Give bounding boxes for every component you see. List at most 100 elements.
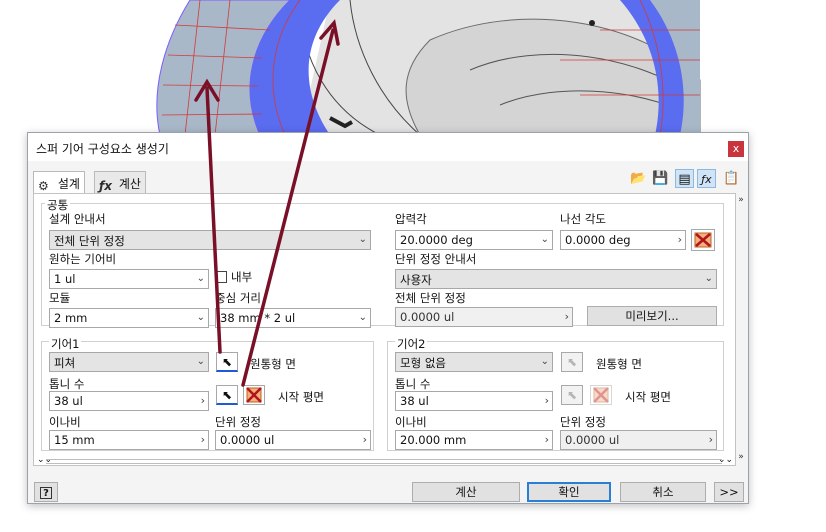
dialog-title: 스퍼 기어 구성요소 생성기 bbox=[36, 142, 169, 156]
flip-icon bbox=[694, 232, 712, 248]
design-guide-select[interactable]: 전체 단위 정정 ⌄ bbox=[49, 230, 371, 250]
gear1-teeth-value: 38 ul bbox=[54, 394, 83, 408]
gear2-unit-correction-label: 단위 정정 bbox=[560, 415, 606, 429]
pressure-angle-label: 압력각 bbox=[395, 212, 427, 226]
chevron-down-icon: ⌄ bbox=[358, 234, 367, 245]
center-distance-label: 중심 거리 bbox=[215, 291, 261, 305]
tab-calculation[interactable]: ƒx 계산 bbox=[94, 171, 146, 193]
helix-angle-value: 0.0000 deg bbox=[565, 233, 631, 247]
design-guide-value: 전체 단위 정정 bbox=[54, 234, 125, 248]
chevron-right-icon: › bbox=[564, 310, 569, 323]
gear1-unit-correction-field[interactable]: 0.0000 ul › bbox=[215, 430, 371, 450]
chevron-right-icon: › bbox=[544, 394, 549, 407]
unit-correction-guide-label: 단위 정정 안내서 bbox=[395, 252, 477, 266]
close-button[interactable]: x bbox=[728, 141, 744, 157]
helix-angle-field[interactable]: 0.0000 deg › bbox=[560, 230, 686, 250]
calculate-button[interactable]: 계산 bbox=[412, 482, 520, 502]
help-button[interactable]: ? bbox=[34, 482, 58, 502]
chevron-down-icon: ⌄ bbox=[540, 356, 549, 367]
notes-icon[interactable]: 📋 bbox=[722, 169, 741, 188]
gear2-type-select[interactable]: 모형 없음 ⌄ bbox=[395, 352, 553, 372]
chevron-down-icon: ⌄ bbox=[196, 312, 205, 323]
help-icon: ? bbox=[40, 487, 52, 499]
fx-icon[interactable]: ƒx bbox=[697, 169, 716, 188]
gear2-teeth-label: 톱니 수 bbox=[395, 377, 431, 391]
gear2-unit-correction-value: 0.0000 ul bbox=[565, 433, 620, 447]
open-folder-icon[interactable]: 📂 bbox=[629, 169, 648, 188]
gear2-face-width-field[interactable]: 20.000 mm › bbox=[395, 430, 553, 450]
gear2-teeth-value: 38 ul bbox=[400, 394, 429, 408]
gear2-flip-button[interactable] bbox=[590, 385, 612, 405]
tab-calculation-label: 계산 bbox=[118, 177, 141, 191]
chevron-right-icon: › bbox=[708, 433, 713, 446]
tab-design[interactable]: ⚙ 설계 bbox=[33, 171, 85, 194]
cursor-select-icon: ⬉ bbox=[221, 388, 233, 402]
cursor-select-icon: ⬉ bbox=[566, 355, 578, 369]
pressure-angle-select[interactable]: 20.0000 deg ⌄ bbox=[395, 230, 553, 250]
module-value: 2 mm bbox=[54, 311, 88, 325]
cursor-select-icon: ⬉ bbox=[221, 355, 233, 369]
gear2-teeth-field[interactable]: 38 ul › bbox=[395, 391, 553, 411]
gear2-start-plane-label: 시작 평면 bbox=[625, 390, 671, 404]
chevron-right-icon: › bbox=[200, 433, 205, 446]
chevron-right-icon: › bbox=[544, 433, 549, 446]
chevron-right-icon: › bbox=[677, 233, 682, 246]
module-label: 모듈 bbox=[49, 291, 71, 305]
chevron-down-icon: ⌄ bbox=[540, 234, 549, 245]
ok-button[interactable]: 확인 bbox=[527, 482, 611, 502]
flip-icon bbox=[593, 387, 609, 403]
gear2-type-value: 모형 없음 bbox=[400, 356, 446, 370]
design-guide-label: 설계 안내서 bbox=[49, 212, 106, 226]
gear1-cylindrical-face-button[interactable]: ⬉ bbox=[216, 352, 238, 372]
center-distance-select[interactable]: 38 mm * 2 ul ⌄ bbox=[215, 308, 371, 328]
gear1-flip-button[interactable] bbox=[243, 385, 265, 405]
chevron-down-icon: ⌄ bbox=[196, 356, 205, 367]
gear2-start-plane-button[interactable]: ⬉ bbox=[561, 385, 583, 405]
fx-icon: ƒx bbox=[99, 179, 112, 193]
gear2-face-width-value: 20.000 mm bbox=[400, 433, 467, 447]
more-button[interactable]: >> bbox=[714, 482, 744, 502]
gear1-face-width-field[interactable]: 15 mm › bbox=[49, 430, 209, 450]
gear2-unit-correction-field[interactable]: 0.0000 ul › bbox=[560, 430, 717, 450]
preview-button[interactable]: 미리보기... bbox=[587, 306, 717, 326]
gear1-type-value: 피쳐 bbox=[54, 356, 76, 370]
unit-correction-guide-value: 사용자 bbox=[400, 273, 432, 287]
center-distance-value: 38 mm * 2 ul bbox=[220, 311, 296, 325]
design-tab-content: 공통 설계 안내서 전체 단위 정정 ⌄ 압력각 20.0000 deg ⌄ 나… bbox=[33, 193, 736, 466]
gear-design-icon: ⚙ bbox=[38, 179, 49, 193]
flip-helix-button[interactable] bbox=[691, 229, 715, 251]
vertical-scrollbar[interactable]: » » bbox=[736, 193, 746, 466]
flip-icon bbox=[246, 387, 262, 403]
scroll-down-icon[interactable]: » bbox=[736, 452, 746, 462]
desired-ratio-value: 1 ul bbox=[54, 272, 76, 286]
total-correction-field[interactable]: 0.0000 ul › bbox=[395, 307, 573, 327]
gear1-unit-correction-label: 단위 정정 bbox=[215, 415, 261, 429]
gear1-type-select[interactable]: 피쳐 ⌄ bbox=[49, 352, 209, 372]
save-icon[interactable]: 💾 bbox=[651, 169, 670, 188]
module-select[interactable]: 2 mm ⌄ bbox=[49, 308, 209, 328]
total-correction-label: 전체 단위 정정 bbox=[395, 291, 466, 305]
cancel-button[interactable]: 취소 bbox=[620, 482, 706, 502]
desired-ratio-label: 원하는 기어비 bbox=[49, 252, 117, 266]
options-icon[interactable]: ▤ bbox=[675, 169, 694, 188]
gear1-teeth-field[interactable]: 38 ul › bbox=[49, 391, 209, 411]
desired-ratio-select[interactable]: 1 ul ⌄ bbox=[49, 269, 209, 289]
title-bar: 스퍼 기어 구성요소 생성기 x bbox=[28, 133, 748, 161]
gear1-cylindrical-face-label: 원통형 면 bbox=[250, 357, 296, 371]
gear1-unit-correction-value: 0.0000 ul bbox=[220, 433, 275, 447]
internal-checkbox[interactable] bbox=[215, 271, 227, 283]
gear2-cylindrical-face-button[interactable]: ⬉ bbox=[561, 352, 583, 372]
cursor-select-icon: ⬉ bbox=[566, 388, 578, 402]
chevron-right-icon: › bbox=[362, 433, 367, 446]
expand-right-icon[interactable]: ⌄⌄ bbox=[718, 455, 733, 465]
unit-correction-guide-select[interactable]: 사용자 ⌄ bbox=[395, 269, 717, 289]
tab-design-label: 설계 bbox=[57, 177, 80, 191]
scroll-up-icon[interactable]: » bbox=[736, 195, 746, 205]
helix-angle-label: 나선 각도 bbox=[560, 212, 606, 226]
gear1-start-plane-label: 시작 평면 bbox=[278, 390, 324, 404]
gear2-group-label: 기어2 bbox=[395, 336, 428, 352]
section-splitter[interactable] bbox=[46, 459, 722, 464]
gear1-start-plane-button[interactable]: ⬉ bbox=[216, 385, 238, 405]
gear2-face-width-label: 이나비 bbox=[395, 415, 427, 429]
chevron-right-icon: › bbox=[200, 394, 205, 407]
